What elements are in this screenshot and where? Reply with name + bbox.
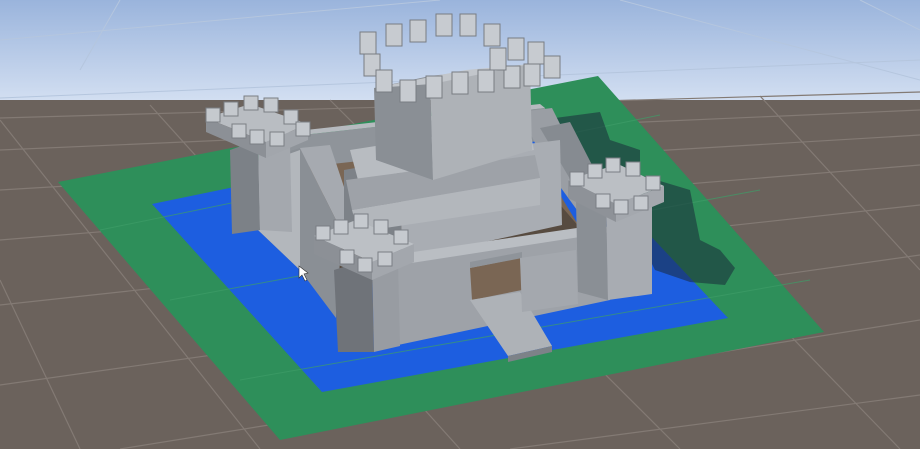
tower-front-right	[568, 157, 664, 300]
scene-canvas[interactable]	[0, 0, 920, 449]
front-wall-right	[520, 250, 578, 312]
scene-viewport[interactable]	[0, 0, 920, 449]
